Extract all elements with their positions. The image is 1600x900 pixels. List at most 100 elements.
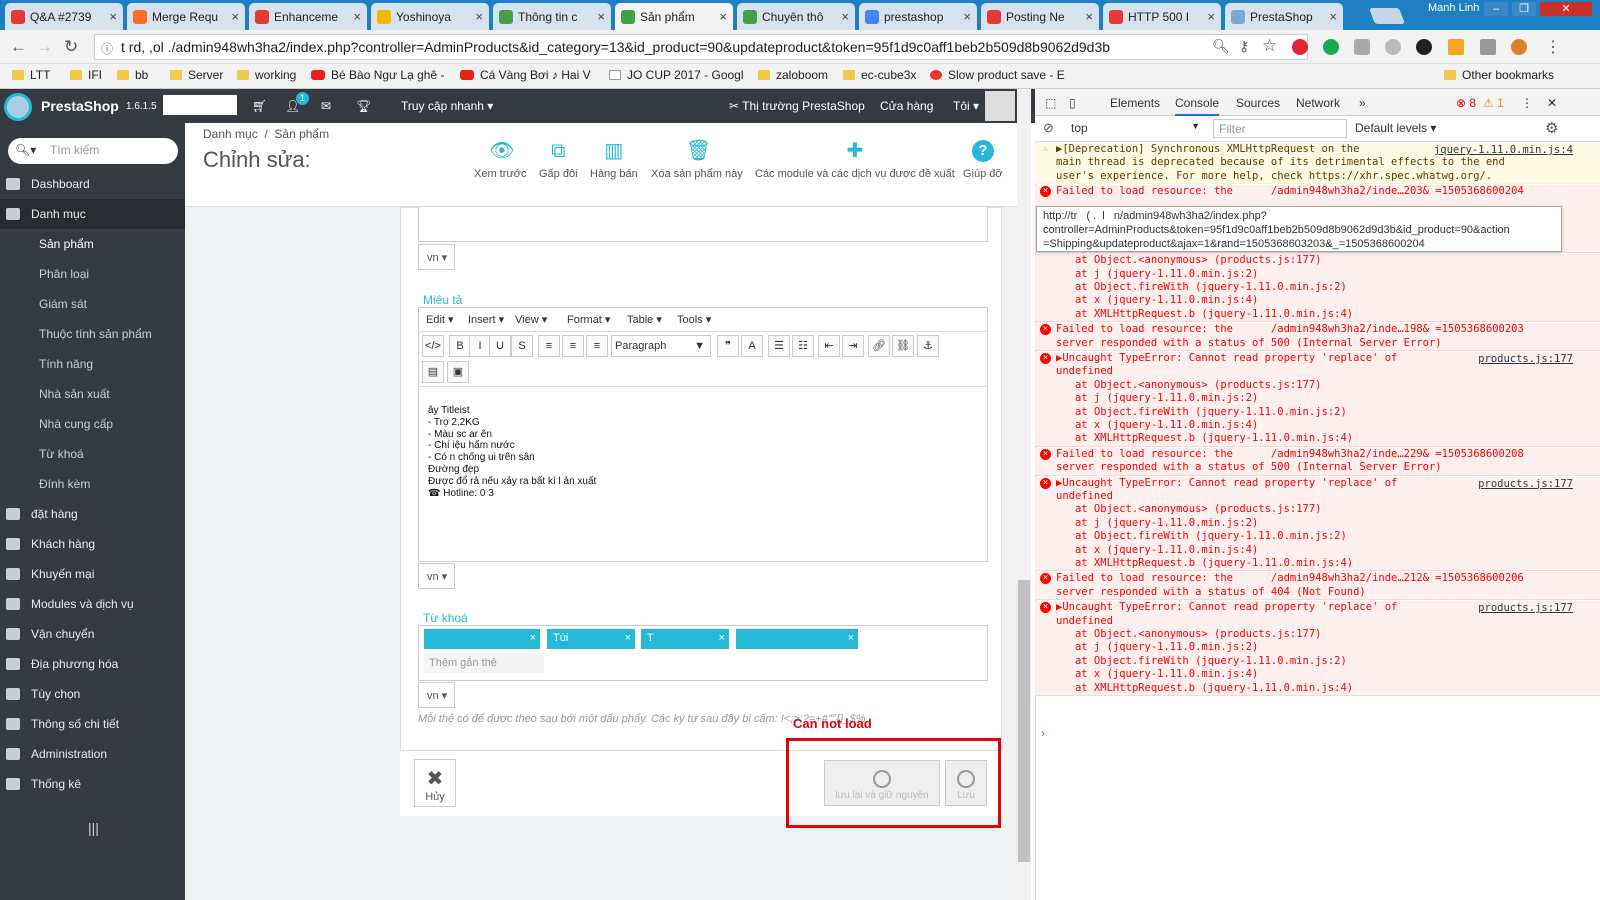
toolbar-button[interactable]: ? Giúp đỡ <box>963 140 1003 180</box>
toolbar-button[interactable]: 👁︎ Xem trước <box>474 140 526 180</box>
browser-tab[interactable]: Chuyên thô × <box>737 3 855 30</box>
bullet-list-icon[interactable]: ☰ <box>768 335 790 357</box>
bookmark-item[interactable]: Cá Vàng Bơi ♪ Hai V <box>460 68 591 82</box>
short-description-editor[interactable] <box>418 207 988 242</box>
key-icon[interactable]: ⚷ <box>1239 38 1249 55</box>
inspect-icon[interactable]: ⬚ <box>1045 96 1056 110</box>
browser-tab[interactable]: Thông tin c × <box>493 3 611 30</box>
back-icon[interactable]: ← <box>10 37 27 57</box>
cart-icon[interactable]: 🛒︎ <box>252 99 267 113</box>
tag-input[interactable]: Thêm gắn thẻ <box>424 653 544 673</box>
editor-menu-item[interactable]: Edit ▾ <box>426 313 454 326</box>
submenu-item[interactable]: Tính năng <box>39 357 93 371</box>
numbered-list-icon[interactable]: ☷ <box>792 335 814 357</box>
more-tabs-icon[interactable]: » <box>1359 96 1366 110</box>
sidebar-item[interactable]: Thông số chi tiết <box>0 709 185 739</box>
store-link[interactable]: Cửa hàng <box>880 99 933 113</box>
browser-tab[interactable]: Posting Ne × <box>981 3 1099 30</box>
browser-tab[interactable]: HTTP 500 I × <box>1103 3 1221 30</box>
tab-close-icon[interactable]: × <box>719 9 727 24</box>
bookmark-item[interactable]: bb <box>117 68 148 82</box>
settings-gear-icon[interactable]: ⚙ <box>1545 119 1558 137</box>
close-devtools-icon[interactable]: ✕ <box>1547 96 1557 110</box>
tab-network[interactable]: Network <box>1296 96 1340 110</box>
align-center-icon[interactable]: ≡ <box>562 335 584 357</box>
tab-close-icon[interactable]: × <box>475 9 483 24</box>
submenu-item[interactable]: Đính kèm <box>39 477 90 491</box>
tab-close-icon[interactable]: × <box>353 9 361 24</box>
console-source-link[interactable]: jquery-1.11.0.min.js:4 <box>1434 144 1573 157</box>
editor-menu-item[interactable]: Tools ▾ <box>677 313 711 326</box>
search-icon[interactable]: 🔍︎▾ <box>15 143 36 157</box>
url-input[interactable]: t rd, ,ol ./admin948wh3ha2/index.php?con… <box>94 34 1308 60</box>
sidebar-item[interactable]: Thống kê <box>0 769 185 799</box>
anchor-icon[interactable]: ⚓︎ <box>917 335 939 357</box>
tab-console[interactable]: Console <box>1175 96 1220 116</box>
language-select[interactable]: vn ▾ <box>418 244 455 270</box>
breadcrumb-catalog[interactable]: Danh mục <box>203 127 258 141</box>
tc-icon[interactable] <box>1480 39 1496 55</box>
tab-sources[interactable]: Sources <box>1236 96 1280 110</box>
toolbar-button[interactable]: ▥ Hàng bán <box>590 140 638 180</box>
sidebar-item[interactable]: Modules và dịch vụ <box>0 589 185 619</box>
text-color-icon[interactable]: A <box>741 335 763 357</box>
sidebar-item[interactable]: Administration <box>0 739 185 769</box>
source-code-icon[interactable]: </> <box>422 335 444 357</box>
tag-remove-icon[interactable]: × <box>530 632 536 644</box>
bookmark-item[interactable]: zaloboom <box>758 68 828 82</box>
other-bookmarks[interactable]: Other bookmarks <box>1444 68 1554 82</box>
indent-icon[interactable]: ⇥ <box>842 335 864 357</box>
maximize-icon[interactable]: ❐ <box>1512 2 1536 16</box>
sidebar-item[interactable]: Dashboard <box>0 169 185 199</box>
context-select[interactable]: top ▼ <box>1071 121 1205 135</box>
browser-tab[interactable]: Q&A #2739 × <box>5 3 123 30</box>
tab-close-icon[interactable]: × <box>109 9 117 24</box>
outdent-icon[interactable]: ⇤ <box>818 335 840 357</box>
submenu-item[interactable]: Nhà sản xuất <box>39 387 110 401</box>
prestashop-logo[interactable] <box>4 93 32 121</box>
media-icon[interactable]: ▤ <box>422 361 444 383</box>
language-select[interactable]: vn ▾ <box>418 682 455 708</box>
tab-close-icon[interactable]: × <box>963 9 971 24</box>
bold-icon[interactable]: B <box>449 335 471 357</box>
avatar[interactable] <box>985 91 1015 121</box>
console-source-link[interactable]: products.js:177 <box>1478 353 1573 366</box>
tab-close-icon[interactable]: × <box>1207 9 1215 24</box>
tab-close-icon[interactable]: × <box>841 9 849 24</box>
minimize-icon[interactable]: – <box>1484 2 1508 16</box>
console-message[interactable]: × ▶Uncaught TypeError: Cannot read proper… <box>1035 601 1600 696</box>
sidebar-item[interactable]: Vận chuyển <box>0 619 185 649</box>
bookmark-item[interactable]: Server <box>170 68 223 82</box>
console-message[interactable]: × ▶Uncaught TypeError: Cannot read proper… <box>1035 352 1600 447</box>
console-message[interactable]: × Failed to load resource: the /admin948w… <box>1035 323 1600 351</box>
bookmark-item[interactable]: working <box>237 68 296 82</box>
console-message[interactable]: ⚠ ▶[Deprecation] Synchronous XMLHttpReque… <box>1035 143 1600 185</box>
me-menu[interactable]: Tôi ▾ <box>953 99 979 113</box>
console-prompt[interactable]: › <box>1041 726 1045 740</box>
browser-tab[interactable]: PrestaShop × <box>1225 3 1343 30</box>
extension-icon[interactable] <box>1354 39 1370 55</box>
scrollbar-thumb[interactable] <box>1018 580 1030 862</box>
camera-icon[interactable] <box>1416 39 1432 55</box>
menu-kebab-icon[interactable]: ⋮ <box>1545 37 1561 57</box>
editor-menu-item[interactable]: Format ▾ <box>567 313 610 326</box>
sidebar-item[interactable]: Khuyến mại <box>0 559 185 589</box>
browser-tab[interactable]: Sản phẩm × <box>615 3 733 30</box>
zoom-icon[interactable]: 🔍︎ <box>1212 38 1230 55</box>
submenu-item[interactable]: Phân loại <box>39 267 89 281</box>
submenu-item[interactable]: Thuộc tính sản phẩm <box>39 327 152 341</box>
unlink-icon[interactable]: ⛓ <box>892 335 914 357</box>
editor-menu-item[interactable]: Insert ▾ <box>468 313 504 326</box>
trophy-icon[interactable]: 🏆︎ <box>356 99 371 113</box>
italic-icon[interactable]: I <box>469 335 491 357</box>
bookmark-item[interactable]: LTT <box>12 68 50 82</box>
sidebar-collapse-icon[interactable]: ||| <box>88 820 99 836</box>
console-message[interactable]: × Failed to load resource: the /admin948w… <box>1035 447 1600 476</box>
tag-remove-icon[interactable]: × <box>848 632 854 644</box>
tag-chip[interactable]: × <box>736 629 858 649</box>
new-tab-button[interactable] <box>1369 8 1405 24</box>
cookie-icon[interactable] <box>1511 39 1527 55</box>
browser-tab[interactable]: Merge Requ × <box>127 3 245 30</box>
toolbar-button[interactable]: 🗑︎ Xóa sản phẩm này <box>651 140 743 180</box>
cancel-button[interactable]: ✖ Hủy <box>414 759 456 807</box>
